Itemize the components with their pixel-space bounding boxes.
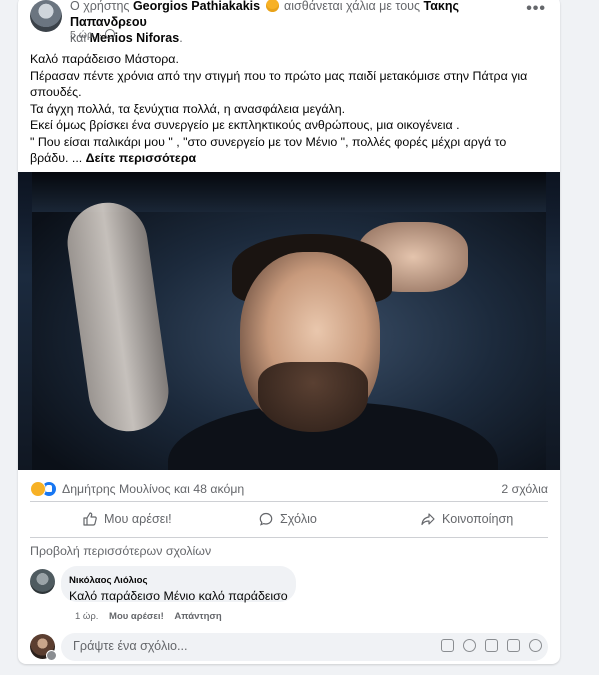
post-text-line: βράδυ. ... Δείτε περισσότερα: [30, 150, 548, 167]
post-text-tail: βράδυ. ...: [30, 151, 86, 165]
post-photo[interactable]: [18, 172, 560, 470]
feeling-text: αισθάνεται χάλια με τους: [284, 0, 421, 13]
post-text-line: Εκεί όμως βρίσκει ένα συνεργείο με εκπλη…: [30, 118, 460, 132]
comment-icon: [259, 512, 273, 526]
share-icon: [421, 513, 435, 526]
comment-timestamp[interactable]: 1 ώρ.: [75, 611, 98, 622]
comment-text: Καλό παράδεισο Μένιο καλό παράδεισο: [69, 589, 288, 603]
divider: [30, 501, 548, 502]
composer-tools: [441, 639, 542, 652]
more-options-icon[interactable]: •••: [526, 0, 546, 18]
sticker-icon[interactable]: [529, 639, 542, 652]
comment-composer: Γράψτε ένα σχόλιο...: [30, 632, 548, 662]
sad-reaction-icon[interactable]: [30, 481, 46, 497]
emoji-icon[interactable]: [463, 639, 476, 652]
comment-count-link[interactable]: 2 σχόλια: [501, 482, 548, 496]
post-text-line: Καλό παράδεισο Μάστορα.: [30, 52, 179, 66]
post-text-line: " Που είσαι παλικάρι μου " , "στο συνεργ…: [30, 134, 507, 149]
post-header: Ο χρήστης Georgios Pathiakakis αισθάνετα…: [30, 0, 550, 45]
post-text: Καλό παράδεισο Μάστορα. Πέρασαν πέντε χρ…: [30, 51, 548, 167]
globe-icon: [105, 29, 116, 39]
action-bar: Μου αρέσει! Σχόλιο Κοινοποίηση: [30, 505, 548, 535]
comment-label: Σχόλιο: [280, 512, 317, 526]
reaction-summary: Δημήτρης Μουλίνος και 48 ακόμη 2 σχόλια: [30, 480, 548, 500]
divider: [30, 537, 548, 538]
commenter-name-link[interactable]: Νικόλαος Λιόλιος: [69, 575, 148, 586]
like-button[interactable]: Μου αρέσει!: [82, 505, 172, 533]
post-text-line: Τα άγχη πολλά, τα ξενύχτια πολλά, η ανασ…: [30, 101, 346, 116]
photo-beard: [258, 362, 368, 432]
post-headline: Ο χρήστης Georgios Pathiakakis αισθάνετα…: [70, 0, 510, 46]
avatar-sticker-icon[interactable]: [441, 639, 454, 652]
comment-like-button[interactable]: Μου αρέσει!: [109, 611, 164, 622]
comment-reply-button[interactable]: Απάντηση: [174, 611, 221, 622]
post-timestamp[interactable]: 5 ώρ. ·: [70, 29, 102, 41]
like-label: Μου αρέσει!: [104, 512, 172, 526]
comment-item: Νικόλαος Λιόλιος Καλό παράδεισο Μένιο κα…: [30, 566, 548, 626]
post-text-line: σπουδές.: [30, 85, 82, 99]
author-name-link[interactable]: Georgios Pathiakakis: [133, 0, 260, 13]
post-meta: 5 ώρ. ·: [70, 29, 116, 41]
gif-icon[interactable]: [507, 639, 520, 652]
head-prefix: Ο χρήστης: [70, 0, 130, 13]
post-card: Ο χρήστης Georgios Pathiakakis αισθάνετα…: [18, 0, 560, 664]
author-avatar[interactable]: [30, 0, 62, 32]
headline-period: .: [179, 31, 183, 45]
camera-icon[interactable]: [485, 639, 498, 652]
comment-meta: 1 ώρ. Μου αρέσει! Απάντηση: [75, 611, 222, 622]
thumbs-up-icon: [83, 512, 97, 526]
share-button[interactable]: Κοινοποίηση: [420, 505, 513, 533]
feeling-emoji-icon: [265, 0, 279, 12]
share-label: Κοινοποίηση: [442, 512, 514, 526]
see-more-link[interactable]: Δείτε περισσότερα: [86, 151, 196, 165]
current-user-avatar[interactable]: [30, 634, 57, 661]
reactors-link[interactable]: Δημήτρης Μουλίνος και 48 ακόμη: [62, 482, 244, 496]
post-text-line: Πέρασαν πέντε χρόνια από την στιγμή που …: [30, 68, 528, 83]
view-more-comments-link[interactable]: Προβολή περισσότερων σχολίων: [30, 544, 211, 558]
comment-input-placeholder: Γράψτε ένα σχόλιο...: [73, 639, 188, 653]
comment-button[interactable]: Σχόλιο: [258, 505, 317, 533]
commenter-avatar[interactable]: [30, 569, 55, 594]
